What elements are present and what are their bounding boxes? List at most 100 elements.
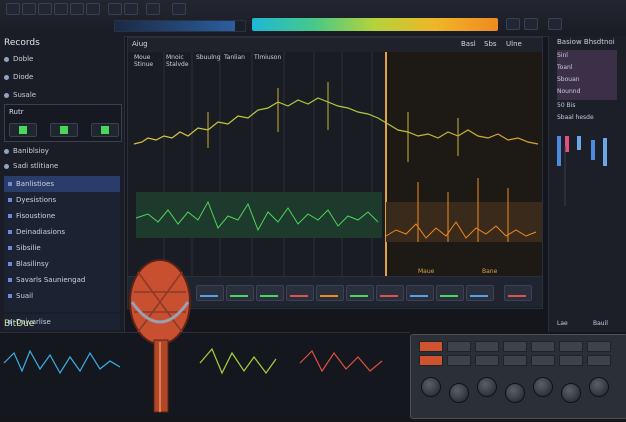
record-button[interactable] [506, 18, 520, 30]
toggle-button[interactable] [50, 123, 78, 137]
transport-meter [114, 20, 246, 32]
sidebar-item-label: Susale [13, 91, 37, 99]
knob-icon[interactable] [421, 377, 441, 397]
list-item-label: Banlistioes [16, 180, 54, 188]
control-button[interactable] [376, 285, 404, 301]
track-list: Banlistioes Dyesistions Fisoustione Dein… [4, 176, 120, 312]
sidebar-title: Records [4, 38, 40, 48]
tool-button[interactable] [6, 3, 20, 15]
list-item[interactable]: Deinadiasions [4, 224, 120, 240]
list-item[interactable]: Banlistioes [4, 176, 120, 192]
right-foot: Lae [557, 320, 568, 327]
mixer-button[interactable] [531, 341, 555, 352]
mixer-button[interactable] [587, 355, 611, 366]
circle-icon [4, 56, 9, 62]
mixer-button[interactable] [531, 355, 555, 366]
level-meter [252, 18, 498, 31]
knob-icon[interactable] [589, 377, 609, 397]
lane-label: Sbuulng [196, 54, 221, 61]
knob-icon[interactable] [477, 377, 497, 397]
sidebar-item-label: Diode [13, 73, 34, 81]
editor-title: Aiug [132, 40, 148, 48]
hardware-mixer [410, 334, 626, 419]
control-button[interactable] [226, 285, 254, 301]
plugin-box-label: Rutr [9, 108, 24, 116]
control-button[interactable] [436, 285, 464, 301]
knob-icon[interactable] [449, 383, 469, 403]
sidebar-item[interactable]: Doble [4, 52, 120, 66]
list-item[interactable]: Savarls Sauniengad [4, 272, 120, 288]
control-button[interactable] [504, 285, 532, 301]
mixer-button[interactable] [503, 355, 527, 366]
sidebar-item-label: Doble [13, 55, 34, 63]
control-button[interactable] [286, 285, 314, 301]
mixer-button[interactable] [503, 341, 527, 352]
tool-button[interactable] [86, 3, 100, 15]
lane-label: Tlmiuson [254, 54, 282, 61]
circle-icon [4, 163, 9, 169]
right-panel: Basiow Bhsdtnoi Sinl Toanl Sbouan Nounnd… [548, 36, 626, 332]
plugin-box: Rutr [4, 104, 122, 142]
mini-meters [557, 136, 607, 206]
right-label: Toanl [557, 64, 573, 71]
top-toolbar [0, 0, 626, 37]
section-label-text: Baniblsioy [13, 147, 49, 155]
foot-label: Maue [418, 268, 435, 275]
sidebar-item[interactable]: Diode [4, 70, 120, 84]
menu-icon[interactable] [548, 18, 562, 30]
tool-button[interactable] [108, 3, 122, 15]
sub-label: Sadi stlitiane [4, 159, 120, 173]
list-item-label: Sibsilie [16, 244, 41, 252]
tool-button[interactable] [22, 3, 36, 15]
knob-icon[interactable] [533, 377, 553, 397]
foot-label: Bane [482, 268, 498, 275]
control-button[interactable] [466, 285, 494, 301]
loop-button[interactable] [524, 18, 538, 30]
header-label: Basl [461, 40, 476, 48]
editor-header: Aiug Basl Sbs Ulne [128, 38, 542, 53]
bottom-label: BitDue [4, 319, 35, 329]
mixer-button[interactable] [475, 341, 499, 352]
tool-button[interactable] [54, 3, 68, 15]
tool-button[interactable] [124, 3, 138, 15]
list-item[interactable]: Suail [4, 288, 120, 304]
mixer-button[interactable] [419, 355, 443, 366]
mixer-button[interactable] [419, 341, 443, 352]
knob-icon[interactable] [561, 383, 581, 403]
mixer-button[interactable] [475, 355, 499, 366]
tool-button[interactable] [70, 3, 84, 15]
toggle-button[interactable] [9, 123, 37, 137]
tool-button[interactable] [146, 3, 160, 15]
circle-icon [4, 148, 9, 154]
list-item-label: Suail [16, 292, 34, 300]
circle-icon [4, 92, 9, 98]
toggle-button[interactable] [91, 123, 119, 137]
sidebar-item[interactable]: Susale [4, 88, 120, 102]
mixer-button[interactable] [447, 355, 471, 366]
header-label: Ulne [506, 40, 522, 48]
lane-label: Mnoic Stalvde [166, 54, 189, 68]
list-item-label: Dyesistions [16, 196, 57, 204]
section-label: Baniblsioy [4, 144, 120, 158]
mixer-button[interactable] [587, 341, 611, 352]
list-item[interactable]: Fisoustione [4, 208, 120, 224]
tool-button[interactable] [38, 3, 52, 15]
list-item[interactable]: Sibsilie [4, 240, 120, 256]
list-item[interactable]: Dyesistions [4, 192, 120, 208]
control-button[interactable] [346, 285, 374, 301]
control-button[interactable] [256, 285, 284, 301]
control-button[interactable] [316, 285, 344, 301]
lane-label: Moue Stinue [134, 54, 154, 68]
tool-button[interactable] [172, 3, 186, 15]
mixer-button[interactable] [559, 355, 583, 366]
mixer-button[interactable] [559, 341, 583, 352]
knob-icon[interactable] [505, 383, 525, 403]
control-button[interactable] [406, 285, 434, 301]
circle-icon [4, 74, 9, 80]
header-label: Sbs [484, 40, 497, 48]
right-label: Nounnd [557, 88, 581, 95]
right-foot: Bauil [593, 320, 608, 327]
mixer-button[interactable] [447, 341, 471, 352]
right-label: 50 Bis [557, 102, 576, 109]
list-item[interactable]: Blasilinsy [4, 256, 120, 272]
